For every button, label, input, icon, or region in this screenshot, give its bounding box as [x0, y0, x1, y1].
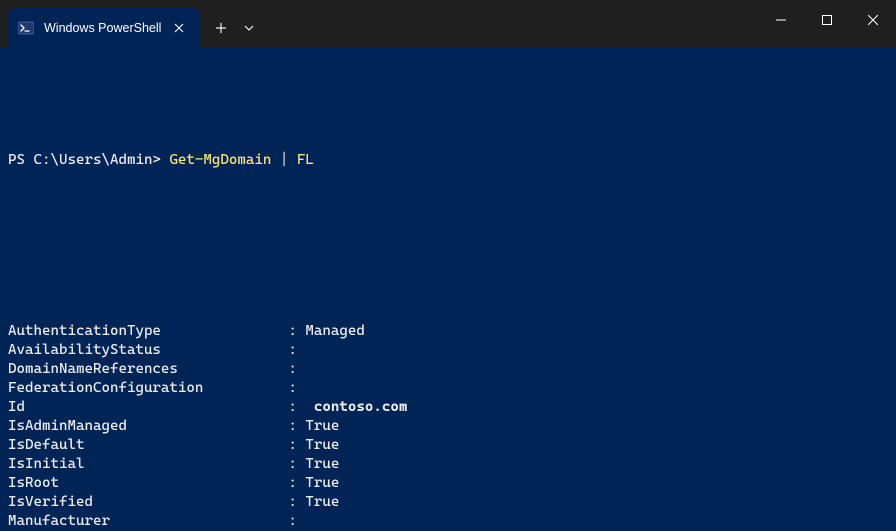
- property-key: IsAdminManaged: [8, 417, 288, 436]
- powershell-icon: [18, 20, 34, 36]
- property-key: AvailabilityStatus: [8, 341, 288, 360]
- command-pipe: |: [271, 151, 297, 170]
- output-line: IsAdminManaged : True: [8, 417, 888, 436]
- window-controls: [758, 0, 896, 40]
- output-line: IsInitial : True: [8, 455, 888, 474]
- property-key: Id: [8, 398, 288, 417]
- tab-active[interactable]: Windows PowerShell: [8, 8, 199, 48]
- tab-close-button[interactable]: [171, 20, 187, 36]
- blank-line: [8, 265, 888, 284]
- property-separator: :: [288, 341, 305, 360]
- tab-title: Windows PowerShell: [44, 21, 161, 35]
- property-key: DomainNameReferences: [8, 360, 288, 379]
- new-tab-button[interactable]: [205, 12, 237, 44]
- property-separator: :: [288, 322, 305, 341]
- property-separator: :: [288, 436, 305, 455]
- property-separator: :: [288, 398, 305, 417]
- property-value: True: [305, 493, 339, 512]
- property-key: FederationConfiguration: [8, 379, 288, 398]
- output-line: IsDefault : True: [8, 436, 888, 455]
- property-separator: :: [288, 512, 305, 531]
- prompt-line: PS C:\Users\Admin> Get-MgDomain | FL: [8, 151, 888, 170]
- output-line: IsRoot : True: [8, 474, 888, 493]
- tab-strip: Windows PowerShell: [0, 0, 261, 48]
- output-line: AuthenticationType : Managed: [8, 322, 888, 341]
- output-block: AuthenticationType : ManagedAvailability…: [8, 322, 888, 531]
- maximize-button[interactable]: [804, 0, 850, 40]
- output-line: DomainNameReferences :: [8, 360, 888, 379]
- property-key: AuthenticationType: [8, 322, 288, 341]
- property-value: True: [305, 417, 339, 436]
- property-value: True: [305, 474, 339, 493]
- property-key: Manufacturer: [8, 512, 288, 531]
- property-key: IsVerified: [8, 493, 288, 512]
- property-value: contoso.com: [305, 398, 407, 417]
- output-line: IsVerified : True: [8, 493, 888, 512]
- property-separator: :: [288, 474, 305, 493]
- property-separator: :: [288, 360, 305, 379]
- property-key: IsInitial: [8, 455, 288, 474]
- output-line: Id : contoso.com: [8, 398, 888, 417]
- output-line: AvailabilityStatus :: [8, 341, 888, 360]
- tab-dropdown-button[interactable]: [237, 12, 261, 44]
- blank-line: [8, 94, 888, 113]
- title-bar-drag-region[interactable]: [261, 0, 758, 48]
- property-key: IsRoot: [8, 474, 288, 493]
- prompt-prefix: PS C:\Users\Admin>: [8, 151, 169, 170]
- property-value: True: [305, 436, 339, 455]
- minimize-button[interactable]: [758, 0, 804, 40]
- command-primary: Get-MgDomain: [169, 151, 271, 170]
- property-separator: :: [288, 379, 305, 398]
- output-line: Manufacturer :: [8, 512, 888, 531]
- property-value: Managed: [305, 322, 364, 341]
- title-bar: Windows PowerShell: [0, 0, 896, 48]
- property-separator: :: [288, 417, 305, 436]
- property-key: IsDefault: [8, 436, 288, 455]
- close-window-button[interactable]: [850, 0, 896, 40]
- terminal-content[interactable]: PS C:\Users\Admin> Get-MgDomain | FL Aut…: [0, 48, 896, 531]
- blank-line: [8, 208, 888, 227]
- property-value: True: [305, 455, 339, 474]
- output-line: FederationConfiguration :: [8, 379, 888, 398]
- property-separator: :: [288, 455, 305, 474]
- command-secondary: FL: [297, 151, 314, 170]
- property-separator: :: [288, 493, 305, 512]
